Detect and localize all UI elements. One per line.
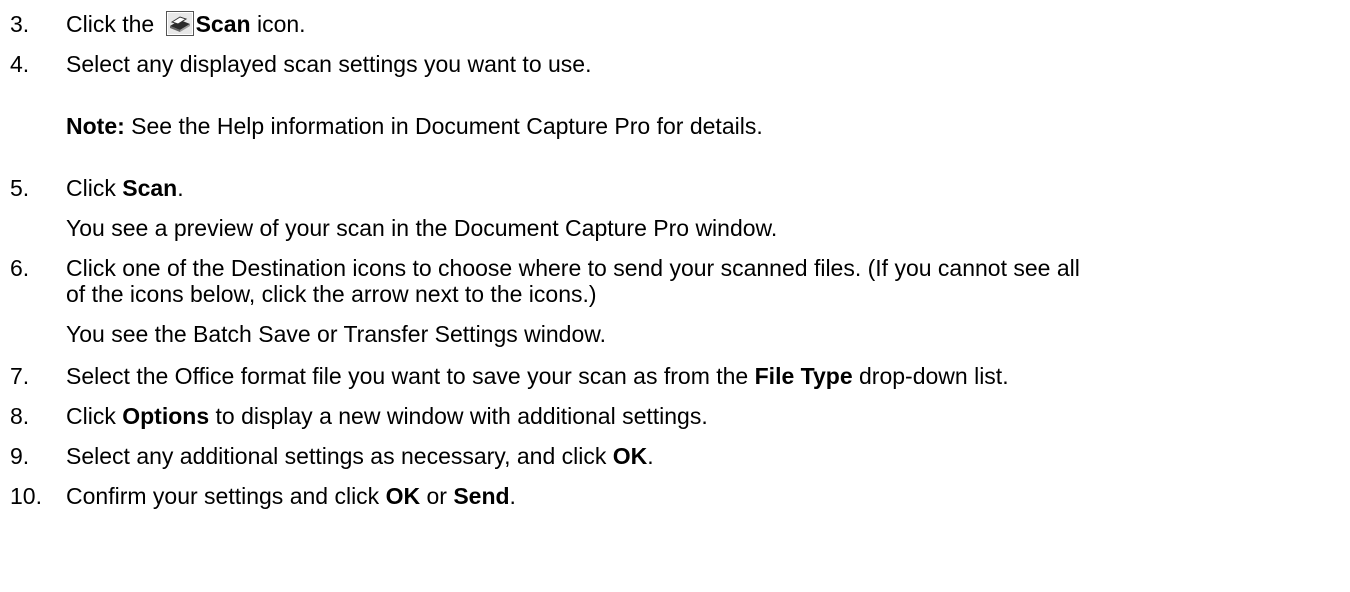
result-text: You see the Batch Save or Transfer Setti… [66, 321, 606, 347]
step-text-line-1: Click one of the Destination icons to ch… [66, 255, 1080, 281]
step-text-part: . [647, 443, 654, 469]
step-text-part: Click [66, 175, 123, 201]
scan-label: Scan [195, 11, 251, 37]
step-number: 10. [10, 483, 42, 509]
step-number: 5. [10, 175, 30, 201]
step-text: Click the Scan icon. [66, 10, 1350, 38]
step-text: Click Options to display a new window wi… [66, 402, 1350, 430]
note-text: Note: See the Help information in Docume… [66, 112, 1350, 140]
step-text: Select any displayed scan settings you w… [66, 51, 592, 77]
step-number: 9. [10, 443, 30, 469]
step-number: 4. [10, 51, 30, 77]
note-label: Note: [66, 113, 125, 139]
step-number: 6. [10, 255, 30, 281]
step-number: 7. [10, 363, 30, 389]
step-text-part: drop-down list. [852, 363, 1009, 389]
options-label: Options [122, 403, 210, 429]
step-text-part: Select any additional settings as necess… [66, 443, 613, 469]
step-text-part: icon. [250, 11, 306, 37]
step-number: 8. [10, 403, 30, 429]
note-body: See the Help information in Document Cap… [124, 113, 763, 139]
step-text: Confirm your settings and click OK or Se… [66, 482, 1350, 510]
scanner-icon [165, 11, 194, 36]
step-number: 3. [10, 11, 30, 37]
step-text-part: Click the [66, 11, 161, 37]
send-label: Send [453, 483, 510, 509]
file-type-label: File Type [754, 363, 853, 389]
ok-label: OK [385, 483, 421, 509]
step-text-part: Click [66, 403, 123, 429]
step-text: Select the Office format file you want t… [66, 362, 1350, 390]
step-text-part: . [177, 175, 184, 201]
step-text: Select any additional settings as necess… [66, 442, 1350, 470]
step-text-part: to display a new window with additional … [209, 403, 708, 429]
scan-label: Scan [122, 175, 178, 201]
instruction-list: 3. Click the Scan icon. 4. Select any di… [0, 0, 1350, 592]
ok-label: OK [612, 443, 648, 469]
step-text-part: Confirm your settings and click [66, 483, 386, 509]
step-text-part: . [509, 483, 516, 509]
step-text: Click Scan. [66, 174, 1350, 202]
result-text: You see a preview of your scan in the Do… [66, 215, 778, 241]
step-text-line-2: of the icons below, click the arrow next… [66, 281, 597, 307]
step-text-part: Select the Office format file you want t… [66, 363, 755, 389]
step-text-part: or [420, 483, 454, 509]
